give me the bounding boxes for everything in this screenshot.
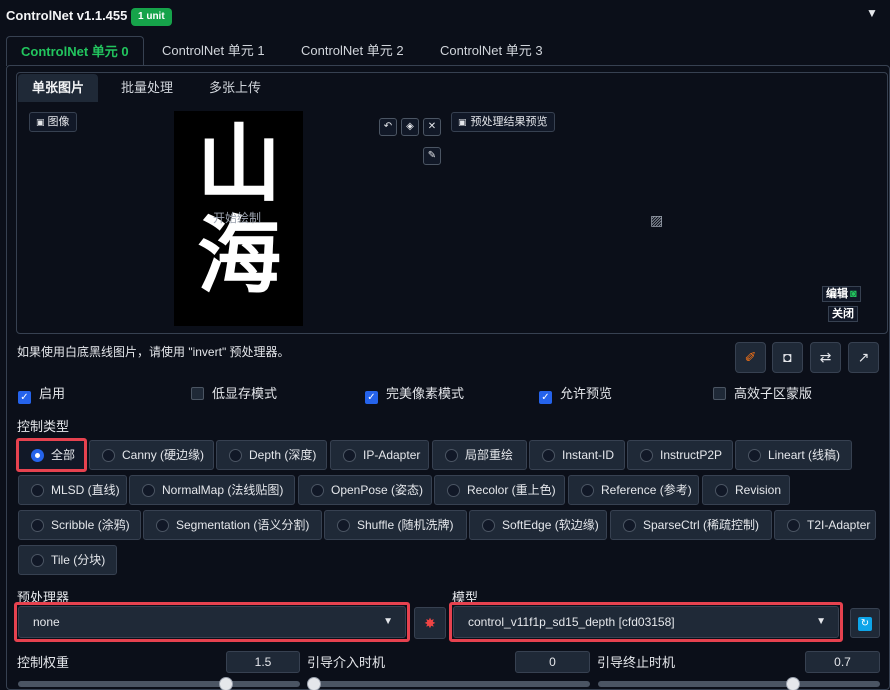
radio-recolor[interactable]: Recolor (重上色) xyxy=(434,475,565,505)
image-placeholder-icon: ▨ xyxy=(650,212,664,228)
start-step-label: 引导介入时机 xyxy=(307,655,386,670)
refresh-icon: ↻ xyxy=(858,616,872,631)
start-drawing-text: 开始绘制 xyxy=(213,211,262,225)
start-step-slider[interactable] xyxy=(307,681,590,687)
radio-ip-adapter[interactable]: IP-Adapter xyxy=(330,440,429,470)
radio-scribble[interactable]: Scribble (涂鸦) xyxy=(18,510,141,540)
undo-icon[interactable]: ↶ xyxy=(379,118,397,136)
radio-tile[interactable]: Tile (分块) xyxy=(18,545,117,575)
close-button[interactable]: 关闭 xyxy=(828,306,858,322)
tab-unit-3[interactable]: ControlNet 单元 3 xyxy=(426,36,557,66)
preprocessor-select[interactable]: none ▼ xyxy=(18,606,406,638)
efficient-submask-checkbox[interactable]: 高效子区蒙版 xyxy=(713,385,812,403)
control-weight-input[interactable]: 1.5 xyxy=(226,651,300,673)
collapse-triangle-icon[interactable]: ▼ xyxy=(866,6,878,20)
tab-unit-0[interactable]: ControlNet 单元 0 xyxy=(6,36,144,66)
radio-shuffle[interactable]: Shuffle (随机洗牌) xyxy=(324,510,467,540)
radio-softedge[interactable]: SoftEdge (软边缘) xyxy=(469,510,607,540)
radio-revision[interactable]: Revision xyxy=(702,475,790,505)
radio-inpaint[interactable]: 局部重绘 xyxy=(432,440,527,470)
end-step-knob[interactable] xyxy=(785,677,800,690)
radio-canny[interactable]: Canny (硬边缘) xyxy=(89,440,214,470)
end-step-label: 引导终止时机 xyxy=(597,655,676,670)
radio-mlsd[interactable]: MLSD (直线) xyxy=(18,475,127,505)
end-step-input[interactable]: 0.7 xyxy=(805,651,880,673)
caret-down-icon: ▼ xyxy=(383,616,393,627)
tab-unit-1[interactable]: ControlNet 单元 1 xyxy=(148,36,279,66)
enable-checkbox[interactable]: ✓ 启用 xyxy=(18,385,65,404)
image-label: ▣ 图像 xyxy=(29,112,77,132)
control-weight-knob[interactable] xyxy=(219,677,233,690)
end-step-slider[interactable] xyxy=(598,681,880,687)
pixel-perfect-checkbox[interactable]: ✓ 完美像素模式 xyxy=(365,385,464,404)
new-canvas-icon[interactable]: ✐ xyxy=(735,342,766,373)
unit-count-badge: 1 unit xyxy=(131,8,172,26)
tab-single-image[interactable]: 单张图片 xyxy=(18,74,99,102)
start-step-knob[interactable] xyxy=(307,677,321,690)
radio-all[interactable]: 全部 xyxy=(16,438,87,472)
run-preprocessor-icon[interactable]: ✸ xyxy=(414,607,446,639)
control-type-label: 控制类型 xyxy=(17,419,70,434)
control-weight-label: 控制权重 xyxy=(17,655,70,670)
radio-lineart[interactable]: Lineart (线稿) xyxy=(735,440,852,470)
clear-icon[interactable]: ✕ xyxy=(423,118,441,136)
caret-down-icon: ▼ xyxy=(816,616,826,627)
allow-preview-checkbox[interactable]: ✓ 允许预览 xyxy=(539,385,612,404)
image-icon: ▣ xyxy=(36,117,45,127)
radio-openpose[interactable]: OpenPose (姿态) xyxy=(298,475,432,505)
edit-button[interactable]: 编辑 ◙ xyxy=(822,286,861,302)
radio-segmentation[interactable]: Segmentation (语义分割) xyxy=(143,510,322,540)
camera-icon[interactable]: ◘ xyxy=(772,342,803,373)
controlnet-title: ControlNet v1.1.455 xyxy=(6,8,128,23)
start-step-input[interactable]: 0 xyxy=(515,651,590,673)
send-dimensions-icon[interactable]: ↗ xyxy=(848,342,879,373)
refresh-models-button[interactable]: ↻ xyxy=(850,608,880,638)
tab-multi-upload[interactable]: 多张上传 xyxy=(195,74,275,102)
radio-sparsectrl[interactable]: SparseCtrl (稀疏控制) xyxy=(610,510,772,540)
radio-reference[interactable]: Reference (参考) xyxy=(568,475,699,505)
model-select[interactable]: control_v11f1p_sd15_depth [cfd03158] ▼ xyxy=(453,606,839,638)
edit-icon: ◙ xyxy=(850,288,857,300)
radio-depth[interactable]: Depth (深度) xyxy=(216,440,327,470)
radio-instant-id[interactable]: Instant-ID xyxy=(529,440,625,470)
radio-normalmap[interactable]: NormalMap (法线贴图) xyxy=(129,475,295,505)
checkmark-icon: ✓ xyxy=(365,391,378,404)
image-icon: ▣ xyxy=(458,117,467,127)
tab-unit-2[interactable]: ControlNet 单元 2 xyxy=(287,36,418,66)
brush-icon[interactable]: ✎ xyxy=(423,147,441,165)
radio-instructp2p[interactable]: InstructP2P xyxy=(627,440,733,470)
checkmark-icon: ✓ xyxy=(18,391,31,404)
tab-batch[interactable]: 批量处理 xyxy=(107,74,187,102)
eraser-icon[interactable]: ◈ xyxy=(401,118,419,136)
swap-icon[interactable]: ⇄ xyxy=(810,342,841,373)
preprocess-preview-label: ▣ 预处理结果预览 xyxy=(451,112,555,132)
control-weight-slider[interactable] xyxy=(18,681,300,687)
invert-hint: 如果使用白底黑线图片，请使用 "invert" 预处理器。 xyxy=(17,345,290,359)
radio-t2i-adapter[interactable]: T2I-Adapter xyxy=(774,510,876,540)
low-vram-checkbox[interactable]: 低显存模式 xyxy=(191,385,277,403)
checkmark-icon: ✓ xyxy=(539,391,552,404)
